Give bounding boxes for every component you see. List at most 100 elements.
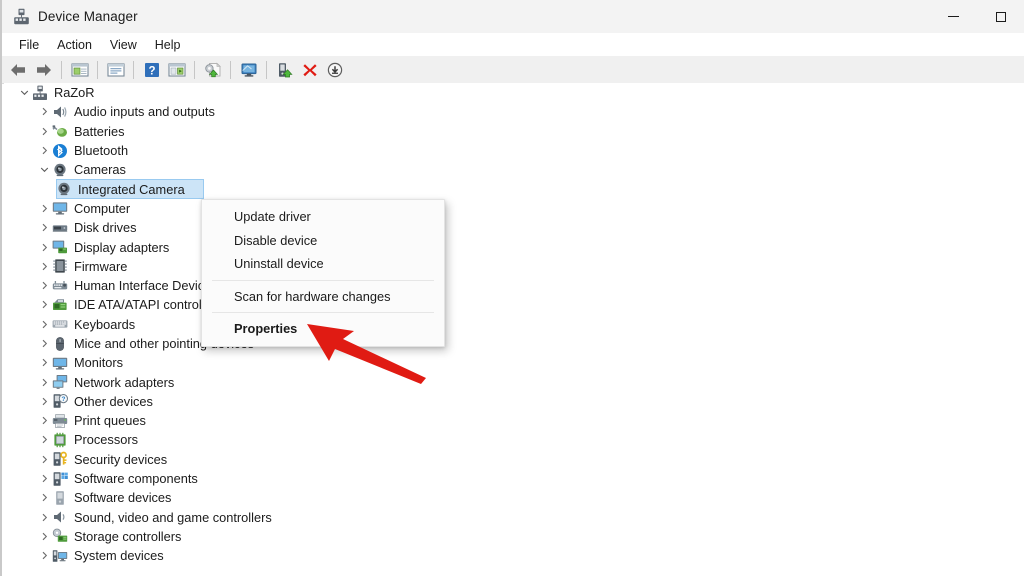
menu-action[interactable]: Action [48,35,101,55]
chevron-right-icon[interactable] [36,141,52,160]
scan-hardware-changes-button[interactable] [236,58,261,81]
chevron-right-icon[interactable] [36,411,52,430]
show-hide-console-tree-button[interactable] [67,58,92,81]
chevron-right-icon[interactable] [36,199,52,218]
monitor-icon [52,200,68,216]
context-menu-item-disable-device[interactable]: Disable device [202,229,444,253]
tree-row-security-devices[interactable]: Security devices [4,450,1024,469]
chevron-right-icon[interactable] [36,546,52,565]
title-bar[interactable]: Device Manager [2,0,1024,33]
tree-row-system-devices[interactable]: System devices [4,546,1024,565]
chevron-right-icon[interactable] [36,353,52,372]
tree-row-keyboards[interactable]: Keyboards [4,315,1024,334]
properties-button[interactable] [103,58,128,81]
arrow-right-icon [37,63,51,76]
chevron-right-icon[interactable] [36,238,52,257]
tree-row-computer[interactable]: Computer [4,199,1024,218]
tree-row-storage-controllers[interactable]: Storage controllers [4,527,1024,546]
tree-row-mice-and-other-pointing-devices[interactable]: Mice and other pointing devices [4,334,1024,353]
toolbar-separator-1 [61,60,62,79]
tree-row-root[interactable]: RaZoR [4,83,1024,102]
chevron-right-icon[interactable] [36,295,52,314]
download-button[interactable] [322,58,347,81]
tree-row-network-adapters[interactable]: Network adapters [4,372,1024,391]
tree-row-audio-inputs-and-outputs[interactable]: Audio inputs and outputs [4,102,1024,121]
scan-monitor-icon [241,63,256,77]
tree-row-batteries[interactable]: Batteries [4,122,1024,141]
battery-icon [52,123,68,139]
tree-row-print-queues[interactable]: Print queues [4,411,1024,430]
uninstall-device-button[interactable] [297,58,322,81]
tree-item-label: Computer [74,200,131,216]
chevron-right-icon[interactable] [36,102,52,121]
camera-icon [56,181,72,197]
chevron-right-icon[interactable] [36,508,52,527]
chevron-right-icon[interactable] [36,315,52,334]
disk-drive-icon [52,220,68,236]
tree-row-processors[interactable]: Processors [4,430,1024,449]
back-button[interactable] [6,58,31,81]
context-menu-item-scan-for-hardware-changes[interactable]: Scan for hardware changes [202,285,444,309]
tree-row-human-interface-devices[interactable]: Human Interface Devices [4,276,1024,295]
help-question-icon: ? [144,62,159,77]
menu-bar: File Action View Help [2,33,1024,56]
forward-button[interactable] [31,58,56,81]
context-menu-item-update-driver[interactable]: Update driver [202,205,444,229]
chevron-right-icon[interactable] [36,257,52,276]
chevron-right-icon[interactable] [36,373,52,392]
sound-controller-icon [52,509,68,525]
menu-view[interactable]: View [101,35,146,55]
camera-icon [52,162,68,178]
menu-file[interactable]: File [10,35,48,55]
menu-help[interactable]: Help [146,35,190,55]
tree-item-label: Keyboards [74,316,136,332]
tree-row-other-devices[interactable]: ? Other devices [4,392,1024,411]
chevron-right-icon[interactable] [36,276,52,295]
printer-icon [52,413,68,429]
tree-row-monitors[interactable]: Monitors [4,353,1024,372]
update-driver-button[interactable] [200,58,225,81]
disable-device-button[interactable] [272,58,297,81]
chevron-right-icon[interactable] [36,334,52,353]
minimize-button[interactable] [930,0,977,33]
console-tree-icon [70,62,89,77]
download-circle-icon [327,62,342,77]
chevron-right-icon[interactable] [36,469,52,488]
hid-icon [52,278,68,294]
chevron-right-icon[interactable] [36,527,52,546]
tree-row-firmware[interactable]: Firmware [4,257,1024,276]
tree-row-integrated-camera[interactable]: Integrated Camera [4,179,1024,199]
tree-row-bluetooth[interactable]: Bluetooth [4,141,1024,160]
tree-row-sound-video-and-game-controllers[interactable]: Sound, video and game controllers [4,508,1024,527]
chevron-right-icon[interactable] [36,392,52,411]
chevron-right-icon[interactable] [36,430,52,449]
chevron-right-icon[interactable] [36,488,52,507]
tree-row-cameras[interactable]: Cameras [4,160,1024,179]
tree-row-ide-ata-atapi-controllers[interactable]: IDE ATA/ATAPI controllers [4,295,1024,314]
properties-window-icon [106,62,125,77]
show-hide-action-pane-button[interactable] [164,58,189,81]
toolbar-separator-4 [194,60,195,79]
context-menu-item-properties[interactable]: Properties [202,317,444,341]
tree-item-label: Software components [74,471,198,487]
chevron-right-icon[interactable] [36,122,52,141]
red-x-icon [302,63,317,76]
network-adapter-icon [52,374,68,390]
chevron-right-icon[interactable] [36,450,52,469]
tree-row-disk-drives[interactable]: Disk drives [4,218,1024,237]
chevron-right-icon[interactable] [36,218,52,237]
device-tree[interactable]: RaZoR Audio inputs and outputs Batteries… [4,83,1024,576]
tree-row-display-adapters[interactable]: Display adapters [4,237,1024,256]
tree-item-label: Audio inputs and outputs [74,104,215,120]
tree-item-label: Human Interface Devices [74,278,218,294]
help-button[interactable]: ? [139,58,164,81]
tree-row-software-components[interactable]: Software components [4,469,1024,488]
chevron-down-icon[interactable] [16,83,32,102]
chevron-down-icon[interactable] [36,160,52,179]
tree-item-label: Security devices [74,451,168,467]
maximize-button[interactable] [977,0,1024,33]
tree-row-software-devices[interactable]: Software devices [4,488,1024,507]
context-menu-item-uninstall-device[interactable]: Uninstall device [202,252,444,276]
tree-item-label: Monitors [74,355,124,371]
display-adapter-icon [52,239,68,255]
